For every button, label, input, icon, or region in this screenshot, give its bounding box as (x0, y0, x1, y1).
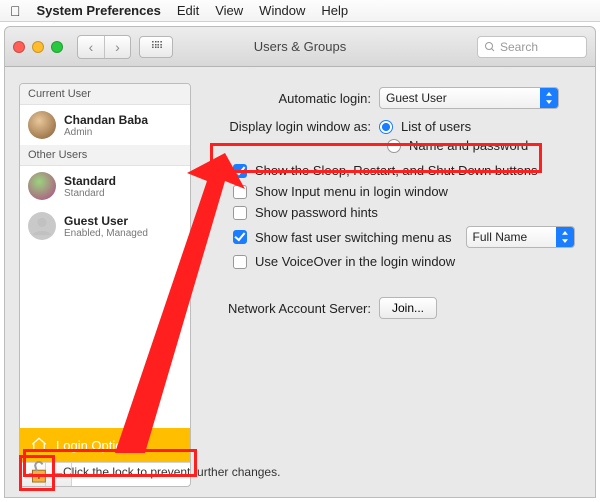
lock-footer: Click the lock to prevent further change… (23, 457, 280, 487)
forward-button[interactable]: › (104, 36, 130, 58)
window-body: Current User Chandan Baba Admin Other Us… (5, 67, 595, 497)
nav-buttons: ‹ › (77, 35, 131, 59)
chk-input-menu[interactable] (233, 185, 247, 199)
fast-switch-value: Full Name (473, 230, 528, 244)
main-panel: Automatic login: Guest User Display logi… (205, 83, 581, 487)
sidebar-user-guest[interactable]: Guest User Enabled, Managed (20, 206, 190, 246)
user-name: Standard (64, 174, 116, 188)
grid-icon: ⠿⠿ (151, 41, 162, 52)
search-field[interactable]: Search (477, 36, 587, 58)
user-sidebar: Current User Chandan Baba Admin Other Us… (19, 83, 191, 487)
show-all-button[interactable]: ⠿⠿ (139, 36, 173, 58)
radio-list-of-users[interactable] (379, 120, 393, 134)
user-name: Guest User (64, 214, 148, 228)
chk-sleep-label: Show the Sleep, Restart, and Shut Down b… (255, 163, 538, 178)
auto-login-value: Guest User (386, 91, 447, 105)
chk-voiceover-label: Use VoiceOver in the login window (255, 254, 455, 269)
chk-fast-switching[interactable] (233, 230, 247, 244)
chk-sleep-restart[interactable] (233, 164, 247, 178)
menu-view[interactable]: View (215, 3, 243, 18)
user-role: Enabled, Managed (64, 228, 148, 239)
avatar (28, 212, 56, 240)
chk-inputmenu-label: Show Input menu in login window (255, 184, 448, 199)
menu-help[interactable]: Help (321, 3, 348, 18)
sidebar-header-current: Current User (20, 84, 190, 105)
minimize-button[interactable] (32, 41, 44, 53)
traffic-lights (13, 41, 63, 53)
search-placeholder: Search (500, 40, 538, 54)
toolbar: ‹ › ⠿⠿ Users & Groups Search (5, 27, 595, 67)
chk-voiceover[interactable] (233, 255, 247, 269)
lock-button[interactable] (23, 457, 53, 487)
lock-text: Click the lock to prevent further change… (63, 465, 280, 479)
radio-namepw-label: Name and password (409, 138, 528, 153)
login-options-label: Login Options (56, 438, 136, 453)
radio-list-label: List of users (401, 119, 471, 134)
display-login-label: Display login window as: (211, 119, 371, 134)
sidebar-header-other: Other Users (20, 145, 190, 166)
app-menu[interactable]: System Preferences (37, 3, 161, 18)
chk-pwhints-label: Show password hints (255, 205, 378, 220)
lock-open-icon (27, 459, 49, 485)
auto-login-select[interactable]: Guest User (379, 87, 559, 109)
sidebar-user-standard[interactable]: Standard Standard (20, 166, 190, 206)
select-arrow-icon (540, 88, 558, 108)
user-role: Admin (64, 127, 148, 138)
zoom-button[interactable] (51, 41, 63, 53)
search-icon (484, 41, 496, 53)
network-server-label: Network Account Server: (211, 301, 371, 316)
menu-edit[interactable]: Edit (177, 3, 199, 18)
preferences-window: ‹ › ⠿⠿ Users & Groups Search Current Use… (4, 26, 596, 498)
auto-login-label: Automatic login: (211, 91, 371, 106)
menubar:  System Preferences Edit View Window He… (0, 0, 600, 22)
chk-fastswitch-label: Show fast user switching menu as (255, 230, 452, 245)
house-icon (30, 436, 48, 454)
join-button[interactable]: Join... (379, 297, 437, 319)
fast-switch-select[interactable]: Full Name (466, 226, 575, 248)
close-button[interactable] (13, 41, 25, 53)
avatar (28, 172, 56, 200)
menu-window[interactable]: Window (259, 3, 305, 18)
chk-password-hints[interactable] (233, 206, 247, 220)
apple-menu-icon[interactable]:  (10, 3, 21, 19)
user-role: Standard (64, 188, 116, 199)
radio-name-password[interactable] (387, 139, 401, 153)
select-arrow-icon (556, 227, 574, 247)
sidebar-current-user[interactable]: Chandan Baba Admin (20, 105, 190, 145)
avatar (28, 111, 56, 139)
back-button[interactable]: ‹ (78, 36, 104, 58)
user-name: Chandan Baba (64, 113, 148, 127)
